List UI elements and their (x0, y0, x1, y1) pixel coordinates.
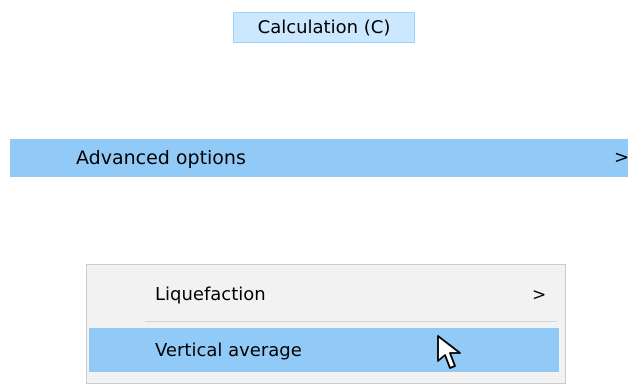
advanced-options-label: Advanced options (76, 147, 246, 169)
vertical-average-label: Vertical average (155, 340, 302, 361)
calculation-menu[interactable]: Calculation (C) (233, 12, 415, 43)
menu-separator (145, 321, 557, 322)
mouse-pointer-icon (437, 335, 461, 369)
advanced-options-submenu: Liquefaction > Vertical average (86, 264, 566, 384)
chevron-right-icon: > (532, 285, 547, 305)
chevron-right-icon: > (614, 147, 628, 168)
liquefaction-menu-item[interactable]: Liquefaction > (89, 273, 559, 317)
vertical-average-menu-item[interactable]: Vertical average (89, 328, 559, 372)
advanced-options-menu-item[interactable]: Advanced options > (10, 139, 628, 177)
liquefaction-label: Liquefaction (155, 284, 266, 305)
